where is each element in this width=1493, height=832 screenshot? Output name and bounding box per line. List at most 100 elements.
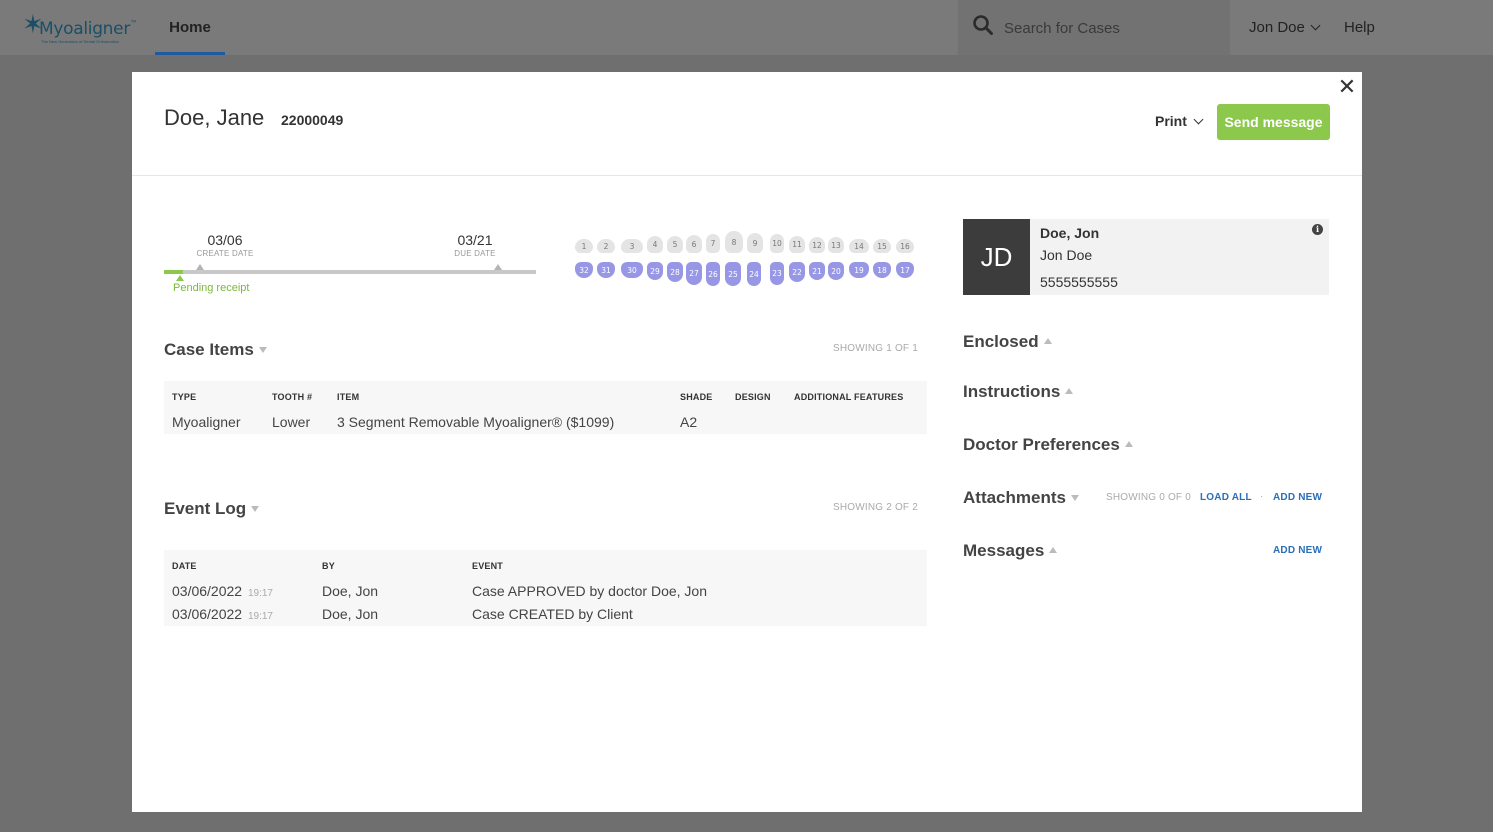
doctor-contact-name: Jon Doe — [1040, 247, 1093, 263]
tooth-upper[interactable]: 13 — [828, 237, 844, 253]
column-header: DATE — [172, 561, 197, 571]
event-date: 03/06/2022 19:17 — [172, 583, 273, 599]
case-items-table: TYPE TOOTH # ITEM SHADE DESIGN ADDITIONA… — [164, 381, 927, 434]
case-items-title: Case Items — [164, 340, 254, 359]
messages-toggle[interactable]: Messages — [963, 541, 1058, 561]
tooth-upper[interactable]: 15 — [873, 239, 891, 253]
tooth-lower[interactable]: 30 — [621, 262, 643, 278]
tooth-upper[interactable]: 12 — [809, 237, 825, 253]
case-item-tooth: Lower — [272, 414, 311, 430]
tooth-upper[interactable]: 7 — [706, 234, 720, 253]
timeline-track — [164, 270, 536, 274]
tooth-lower[interactable]: 20 — [828, 262, 844, 280]
tooth-lower[interactable]: 24 — [747, 262, 761, 286]
create-date: 03/06 — [207, 232, 243, 248]
column-header: ITEM — [337, 392, 360, 402]
link-separator: · — [1260, 491, 1264, 502]
tooth-lower[interactable]: 18 — [873, 262, 891, 278]
enclosed-title: Enclosed — [963, 332, 1039, 351]
myoaligner-logo[interactable]: ✶ Myoaligner™ The New Generation of Dent… — [22, 10, 138, 46]
event-log-table: DATE BY EVENT 03/06/2022 19:17 Doe, Jon … — [164, 550, 927, 626]
event-by: Doe, Jon — [322, 606, 379, 622]
due-date-label: DUE DATE — [454, 249, 496, 258]
load-all-link[interactable]: LOAD ALL — [1200, 492, 1252, 503]
tooth-lower[interactable]: 26 — [706, 262, 720, 286]
logo-tagline: The New Generation of Dental Orthodontic… — [41, 39, 119, 44]
tooth-chart: 1 2 3 4 5 6 7 8 9 10 11 12 13 14 15 16 32 31 30 29 28 27 26 25 2… — [575, 227, 920, 287]
tooth-upper[interactable]: 14 — [849, 239, 869, 253]
tooth-lower[interactable]: 25 — [725, 262, 741, 286]
tooth-lower[interactable]: 28 — [667, 262, 683, 282]
header-divider — [132, 175, 1362, 176]
case-items-toggle[interactable]: Case Items — [164, 340, 267, 360]
user-menu[interactable]: Jon Doe — [1249, 19, 1321, 36]
tooth-upper[interactable]: 6 — [686, 235, 702, 253]
patient-name: Doe, Jane — [164, 105, 265, 130]
tooth-lower[interactable]: 29 — [647, 262, 663, 280]
print-dropdown[interactable]: Print — [1155, 113, 1204, 129]
nav-home-label: Home — [169, 19, 211, 36]
tooth-lower[interactable]: 31 — [597, 262, 615, 278]
info-icon[interactable]: i — [1312, 224, 1323, 235]
tooth-lower[interactable]: 21 — [809, 262, 825, 280]
case-status: Pending receipt — [173, 282, 250, 294]
tooth-lower[interactable]: 17 — [896, 262, 914, 278]
column-header: ADDITIONAL FEATURES — [794, 392, 904, 402]
due-date: 03/21 — [457, 232, 493, 248]
expand-arrow-icon — [1124, 441, 1133, 447]
tooth-lower[interactable]: 19 — [849, 262, 869, 278]
chevron-down-icon — [1193, 114, 1204, 125]
help-link[interactable]: Help — [1344, 19, 1375, 36]
attachments-title: Attachments — [963, 488, 1066, 507]
close-icon[interactable]: ✕ — [1337, 76, 1357, 98]
column-header: DESIGN — [735, 392, 771, 402]
tooth-upper[interactable]: 8 — [725, 231, 743, 253]
nav-home-tab[interactable]: Home — [155, 0, 225, 55]
expand-arrow-icon — [1043, 338, 1052, 344]
tooth-upper[interactable]: 9 — [747, 233, 763, 253]
column-header: EVENT — [472, 561, 504, 571]
tooth-upper[interactable]: 2 — [597, 239, 615, 253]
logo-trademark: ™ — [130, 19, 138, 28]
column-header: SHADE — [680, 392, 713, 402]
search-icon — [973, 15, 993, 35]
event-date-value: 03/06/2022 — [172, 583, 243, 599]
send-message-button[interactable]: Send message — [1217, 104, 1330, 140]
event-log-title: Event Log — [164, 499, 247, 518]
tooth-lower[interactable]: 22 — [789, 262, 805, 282]
collapse-arrow-icon — [258, 347, 267, 353]
tooth-upper[interactable]: 3 — [621, 239, 643, 253]
tooth-lower[interactable]: 27 — [686, 262, 702, 285]
tooth-upper[interactable]: 10 — [770, 234, 784, 253]
tooth-upper[interactable]: 4 — [647, 236, 663, 253]
doctor-preferences-toggle[interactable]: Doctor Preferences — [963, 435, 1133, 455]
instructions-toggle[interactable]: Instructions — [963, 382, 1074, 402]
tooth-lower[interactable]: 23 — [770, 262, 784, 285]
current-status-marker — [176, 275, 184, 281]
print-label: Print — [1155, 113, 1187, 129]
case-item-name[interactable]: 3 Segment Removable Myoaligner® ($1099) — [337, 414, 614, 430]
tooth-lower[interactable]: 32 — [575, 262, 593, 278]
enclosed-toggle[interactable]: Enclosed — [963, 332, 1052, 352]
add-attachment-link[interactable]: ADD NEW — [1273, 492, 1322, 503]
tooth-upper[interactable]: 5 — [667, 236, 683, 253]
instructions-title: Instructions — [963, 382, 1061, 401]
case-number: 22000049 — [281, 112, 344, 128]
event-log-toggle[interactable]: Event Log — [164, 499, 260, 519]
search-input[interactable] — [1004, 17, 1214, 39]
search-box[interactable] — [958, 0, 1230, 55]
case-items-count: SHOWING 1 OF 1 — [832, 343, 918, 354]
tooth-upper[interactable]: 1 — [575, 239, 593, 253]
doctor-preferences-title: Doctor Preferences — [963, 435, 1120, 454]
doctor-card: JD Doe, Jon Jon Doe 5555555555 i — [963, 219, 1329, 295]
tooth-upper[interactable]: 16 — [896, 239, 914, 253]
tooth-upper[interactable]: 11 — [789, 236, 805, 253]
add-message-link[interactable]: ADD NEW — [1273, 545, 1322, 556]
doctor-phone: 5555555555 — [1040, 274, 1118, 290]
case-item-type: Myoaligner — [172, 414, 241, 430]
column-header: TOOTH # — [272, 392, 313, 402]
case-item-shade: A2 — [680, 414, 698, 430]
event-description: Case CREATED by Client — [472, 606, 633, 622]
attachments-count: SHOWING 0 OF 0 — [1105, 492, 1191, 503]
attachments-toggle[interactable]: Attachments — [963, 488, 1079, 508]
